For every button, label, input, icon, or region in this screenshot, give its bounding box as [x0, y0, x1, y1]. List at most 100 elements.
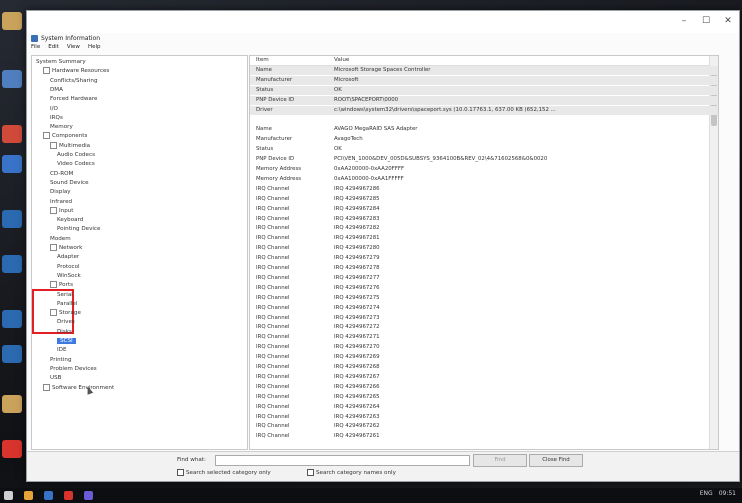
expander-icon[interactable]: [50, 244, 57, 251]
list-row[interactable]: IRQ Channel IRQ 4294967284: [250, 205, 718, 214]
list-row[interactable]: Memory Address 0xAA100000-0xAA1FFFFF: [250, 175, 718, 184]
list-row[interactable]: IRQ Channel IRQ 4294967281: [250, 234, 718, 243]
tree-item[interactable]: SCSI: [57, 337, 76, 345]
tree-item[interactable]: Input: [50, 206, 73, 215]
list-row[interactable]: IRQ Channel IRQ 4294967263: [250, 413, 718, 422]
tree-item[interactable]: Sound Device: [50, 179, 89, 187]
list-row[interactable]: IRQ Channel IRQ 4294967275: [250, 294, 718, 303]
checkbox-icon[interactable]: [307, 469, 314, 476]
tree-item[interactable]: Drives: [57, 318, 75, 326]
tree-item[interactable]: DMA: [50, 86, 63, 94]
list-row[interactable]: IRQ Channel IRQ 4294967283: [250, 215, 718, 224]
close-icon[interactable]: ✕: [719, 16, 737, 26]
tree-item[interactable]: Pointing Device: [57, 225, 100, 233]
list-row[interactable]: [250, 116, 718, 125]
tree-item[interactable]: Multimedia: [50, 141, 90, 150]
list-row[interactable]: IRQ Channel IRQ 4294967267: [250, 373, 718, 382]
list-row[interactable]: Status OK: [250, 145, 718, 154]
close-find-button[interactable]: Close Find: [529, 454, 583, 467]
list-row[interactable]: IRQ Channel IRQ 4294967277: [250, 274, 718, 283]
tree-item[interactable]: Conflicts/Sharing: [50, 77, 98, 85]
tree-item[interactable]: Storage: [50, 309, 81, 317]
list-row[interactable]: IRQ Channel IRQ 4294967272: [250, 323, 718, 332]
desktop-icon[interactable]: [2, 345, 22, 363]
list-row[interactable]: IRQ Channel IRQ 4294967269: [250, 353, 718, 362]
tree-item[interactable]: USB: [50, 374, 61, 382]
taskbar-app-icon[interactable]: [84, 491, 93, 500]
tree-item[interactable]: Ports: [50, 281, 73, 289]
list-row[interactable]: PNP Device ID ROOT\SPACEPORT\0000: [250, 95, 718, 105]
list-row[interactable]: IRQ Channel IRQ 4294967271: [250, 333, 718, 342]
expander-icon[interactable]: [50, 141, 57, 149]
tree-item[interactable]: Forced Hardware: [50, 95, 97, 103]
menu-view[interactable]: View: [67, 44, 80, 53]
maximize-icon[interactable]: ☐: [697, 16, 715, 26]
list-row[interactable]: IRQ Channel IRQ 4294967265: [250, 393, 718, 402]
category-tree[interactable]: System Summary Hardware Resources Conflict…: [31, 55, 248, 450]
tree-item[interactable]: Infrared: [50, 198, 72, 206]
list-row[interactable]: IRQ Channel IRQ 4294967278: [250, 264, 718, 273]
list-row[interactable]: IRQ Channel IRQ 4294967280: [250, 244, 718, 253]
list-row[interactable]: Driver c:\windows\system32\drivers\spacep…: [250, 105, 718, 115]
tree-item[interactable]: Adapter: [57, 253, 79, 261]
tree-item[interactable]: IDE: [57, 346, 67, 354]
desktop-icon[interactable]: [2, 12, 22, 30]
tree-item[interactable]: CD-ROM: [50, 170, 73, 178]
tree-item[interactable]: Protocol: [57, 263, 80, 271]
desktop-icon[interactable]: [2, 310, 22, 328]
tree-item[interactable]: Components: [43, 132, 87, 140]
tree-item[interactable]: Network: [50, 244, 82, 252]
menu-edit[interactable]: Edit: [48, 44, 59, 53]
tree-item[interactable]: WinSock: [57, 272, 81, 280]
start-icon[interactable]: [4, 491, 13, 500]
find-button[interactable]: Find: [473, 454, 527, 467]
taskbar-app-icon[interactable]: [44, 491, 53, 500]
list-row[interactable]: IRQ Channel IRQ 4294967270: [250, 343, 718, 352]
column-header-value[interactable]: Value: [334, 57, 349, 63]
list-row[interactable]: Name AVAGO MegaRAID SAS Adapter: [250, 125, 718, 134]
tree-item[interactable]: Software Environment: [43, 383, 114, 392]
desktop-icon[interactable]: [2, 395, 22, 413]
desktop-icon[interactable]: [2, 125, 22, 143]
taskbar-app-icon[interactable]: [24, 491, 33, 500]
list-row[interactable]: IRQ Channel IRQ 4294967262: [250, 422, 718, 431]
tree-item[interactable]: Display: [50, 188, 71, 196]
list-row[interactable]: IRQ Channel IRQ 4294967276: [250, 284, 718, 293]
menu-help[interactable]: Help: [88, 44, 101, 53]
clock[interactable]: 09:51: [719, 490, 736, 497]
tree-item[interactable]: Parallel: [57, 300, 77, 308]
tree-item[interactable]: Memory: [50, 123, 73, 131]
expander-icon[interactable]: [43, 383, 50, 391]
tree-item[interactable]: Keyboard: [57, 216, 83, 224]
list-row[interactable]: Status OK: [250, 85, 718, 96]
tree-item[interactable]: IRQs: [50, 114, 63, 122]
expander-icon[interactable]: [50, 309, 57, 317]
minimize-icon[interactable]: –: [675, 16, 693, 26]
details-list[interactable]: Item Value Name Microsoft Storage Spaces …: [249, 55, 719, 450]
desktop-icon[interactable]: [2, 210, 22, 228]
search-selected-checkbox[interactable]: Search selected category only: [177, 469, 271, 476]
expander-icon[interactable]: [43, 132, 50, 140]
list-row[interactable]: IRQ Channel IRQ 4294967268: [250, 363, 718, 372]
list-row[interactable]: PNP Device ID PCI\VEN_1000&DEV_005D&SUBSY…: [250, 155, 718, 164]
desktop-icon[interactable]: [2, 155, 22, 173]
list-row[interactable]: Manufacturer Microsoft: [250, 75, 718, 86]
list-row[interactable]: Memory Address 0xAA200000-0xAA20FFFF: [250, 165, 718, 174]
list-row[interactable]: IRQ Channel IRQ 4294967273: [250, 314, 718, 323]
find-input[interactable]: [215, 455, 470, 466]
search-names-checkbox[interactable]: Search category names only: [307, 469, 396, 476]
menu-file[interactable]: File: [31, 44, 40, 53]
list-row[interactable]: Name Microsoft Storage Spaces Controller: [250, 66, 718, 76]
list-row[interactable]: IRQ Channel IRQ 4294967266: [250, 383, 718, 392]
tree-item[interactable]: Video Codecs: [57, 160, 95, 168]
tree-item[interactable]: Serial: [57, 291, 73, 299]
list-row[interactable]: IRQ Channel IRQ 4294967264: [250, 403, 718, 412]
desktop-icon[interactable]: [2, 70, 22, 88]
column-header-item[interactable]: Item: [256, 57, 269, 63]
list-row[interactable]: IRQ Channel IRQ 4294967286: [250, 185, 718, 194]
list-row[interactable]: IRQ Channel IRQ 4294967285: [250, 195, 718, 204]
tree-item[interactable]: Problem Devices: [50, 365, 97, 373]
tree-item[interactable]: Audio Codecs: [57, 151, 95, 159]
list-row[interactable]: Manufacturer AvagoTech: [250, 135, 718, 144]
language-indicator[interactable]: ENG: [700, 490, 713, 497]
